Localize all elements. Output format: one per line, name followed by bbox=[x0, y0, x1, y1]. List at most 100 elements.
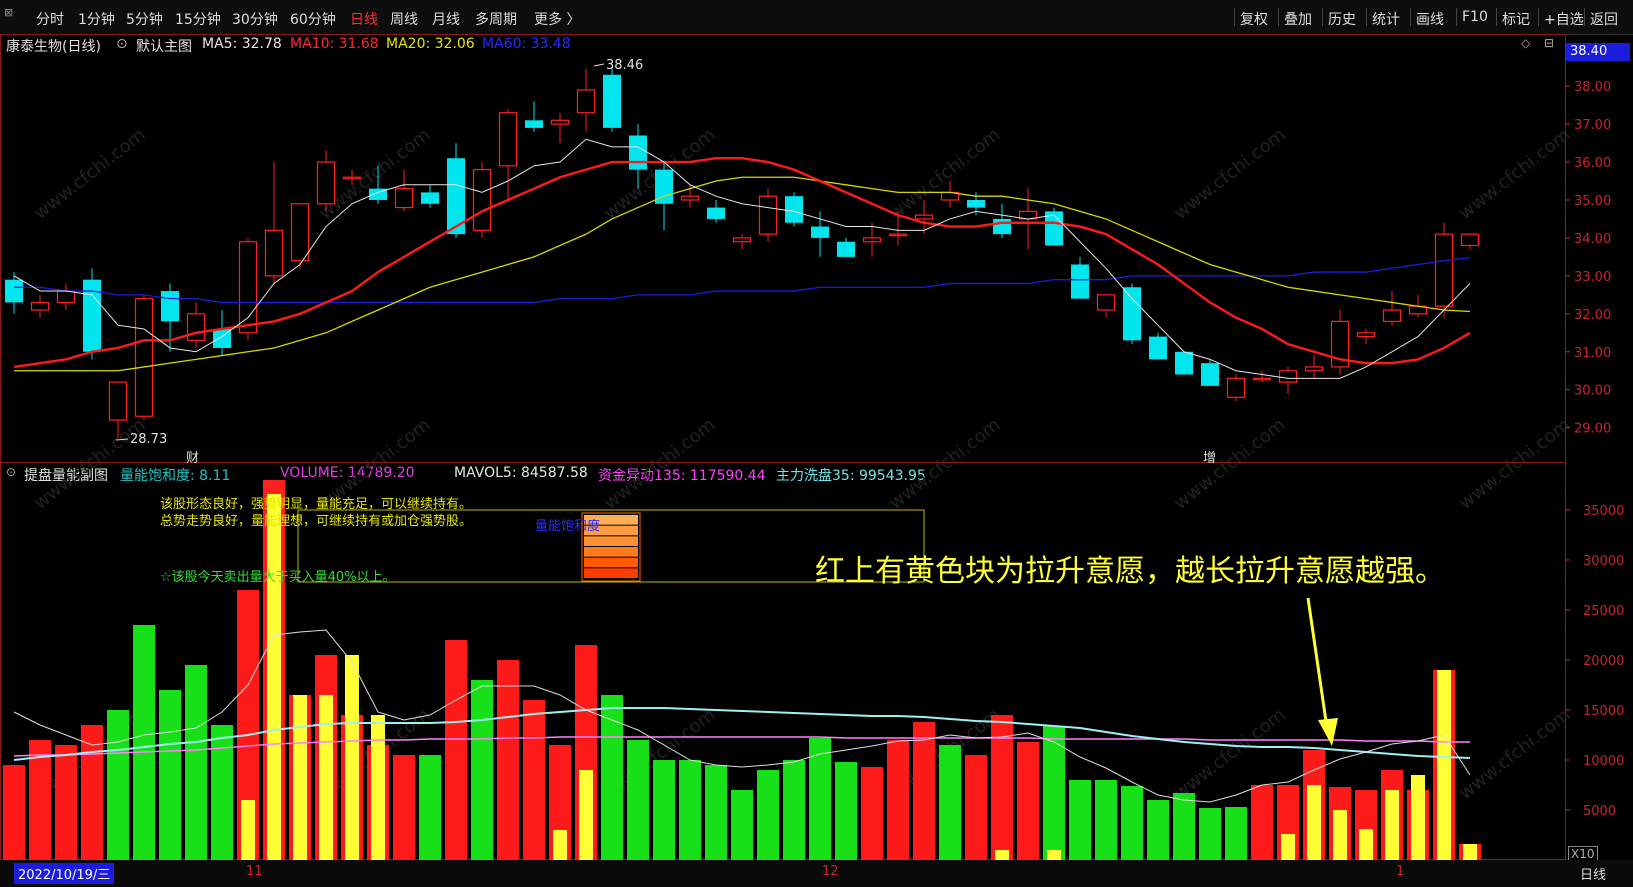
candle-body-down bbox=[525, 120, 543, 128]
price-tick-label: 31.00 bbox=[1574, 346, 1611, 361]
note-line-2: 总势走势良好，量能理想，可继续持有或加仓强势股。 bbox=[160, 514, 473, 529]
candle-body-down bbox=[967, 199, 985, 208]
lift-intent-bar bbox=[579, 770, 593, 860]
volume-bar bbox=[965, 755, 987, 860]
issuance-marker[interactable]: 增 bbox=[1203, 447, 1216, 466]
candle-body-down bbox=[1149, 336, 1167, 360]
ma60-line bbox=[14, 257, 1471, 304]
volume-bar bbox=[523, 700, 545, 860]
saturation-level bbox=[584, 568, 638, 578]
price-tick-label: 35.00 bbox=[1574, 194, 1611, 209]
finance-marker[interactable]: 财 bbox=[186, 447, 199, 466]
time-axis-bar: 2022/10/19/三 11 12 1 日线 bbox=[0, 860, 1633, 887]
price-tick-label: 29.00 bbox=[1574, 422, 1611, 437]
ma20-line bbox=[14, 176, 1471, 372]
watermark-layer: www.cfchi.com www.cfchi.com www.cfchi.com w… bbox=[30, 124, 1574, 804]
lift-intent-bar bbox=[241, 800, 255, 860]
lift-intent-bar bbox=[345, 655, 359, 860]
volume-bar bbox=[211, 725, 233, 860]
lift-intent-bar bbox=[1385, 790, 1399, 860]
volume-bar bbox=[835, 762, 857, 860]
month-tick-1: 1 bbox=[1396, 864, 1405, 879]
last-price-value: 38.40 bbox=[1570, 44, 1608, 59]
volume-bar bbox=[627, 740, 649, 860]
candle-body-up bbox=[472, 169, 492, 231]
candle-body-up bbox=[238, 241, 258, 334]
lift-intent-bar bbox=[371, 715, 385, 860]
candle-body-up bbox=[1382, 309, 1402, 323]
watermark-text: www.cfchi.com bbox=[885, 124, 1004, 224]
candle-body-up bbox=[1096, 294, 1116, 311]
candle-body-up bbox=[758, 195, 778, 235]
volume-bar bbox=[419, 755, 441, 860]
candle-body-up bbox=[1356, 332, 1376, 338]
price-tick-label: 38.00 bbox=[1574, 80, 1611, 95]
candle-body-up bbox=[888, 233, 908, 237]
candle-body-up bbox=[498, 112, 518, 167]
watermark-text: www.cfchi.com bbox=[30, 124, 149, 224]
candle-body-up bbox=[186, 313, 206, 341]
watermark-text: www.cfchi.com bbox=[1455, 414, 1574, 514]
lift-intent-bar bbox=[1047, 850, 1061, 860]
volume-bar bbox=[861, 767, 883, 860]
volume-bar bbox=[1069, 780, 1091, 860]
lift-intent-bar bbox=[1333, 810, 1347, 860]
month-tick-12: 12 bbox=[822, 864, 839, 879]
saturation-level bbox=[584, 547, 638, 557]
volume-tick-label: 5000 bbox=[1583, 804, 1616, 819]
candle-body-down bbox=[5, 279, 23, 303]
price-tick-label: 32.00 bbox=[1574, 308, 1611, 323]
volume-bar bbox=[185, 665, 207, 860]
candle-body-down bbox=[1123, 287, 1141, 341]
lift-intent-bar bbox=[1437, 670, 1451, 860]
candle-body-down bbox=[837, 241, 855, 257]
high-pointer bbox=[593, 63, 605, 67]
annotation-layer bbox=[115, 63, 1338, 746]
candle-body-up bbox=[56, 290, 76, 304]
volume-bar bbox=[107, 710, 129, 860]
candle-body-up bbox=[1460, 233, 1480, 247]
volume-bar bbox=[55, 745, 77, 860]
candle-body-up bbox=[342, 176, 362, 180]
candle-body-down bbox=[603, 74, 621, 128]
lift-intent-bar bbox=[1307, 785, 1321, 860]
lift-intent-bar bbox=[1411, 775, 1425, 860]
price-tick-label: 30.00 bbox=[1574, 384, 1611, 399]
volume-tick-label: 30000 bbox=[1583, 554, 1624, 569]
watermark-text: www.cfchi.com bbox=[885, 414, 1004, 514]
volume-bar bbox=[679, 760, 701, 860]
candle-body-up bbox=[914, 214, 934, 220]
candle-body-up bbox=[1304, 366, 1324, 372]
volume-bar bbox=[159, 690, 181, 860]
stock-chart[interactable]: www.cfchi.com www.cfchi.com www.cfchi.com w… bbox=[0, 0, 1633, 887]
volume-bar bbox=[653, 760, 675, 860]
candle-body-down bbox=[1175, 351, 1193, 375]
volume-bar bbox=[887, 740, 909, 860]
volume-bar bbox=[1017, 742, 1039, 860]
period-indicator[interactable]: 日线 bbox=[1580, 864, 1606, 883]
candle-body-down bbox=[811, 226, 829, 238]
cursor-date: 2022/10/19/三 bbox=[14, 863, 115, 884]
candle-layer bbox=[5, 67, 1480, 438]
lift-intent-bar bbox=[293, 695, 307, 860]
lift-intent-bar bbox=[1359, 829, 1373, 860]
candle-body-up bbox=[550, 119, 570, 125]
high-price-label: 38.46 bbox=[606, 58, 644, 73]
strong-highlight bbox=[263, 480, 285, 494]
candle-body-down bbox=[785, 196, 803, 223]
volume-tick-label: 10000 bbox=[1583, 754, 1624, 769]
volume-bar bbox=[913, 722, 935, 860]
candle-body-down bbox=[1201, 363, 1219, 386]
volume-bar bbox=[393, 755, 415, 860]
candle-body-up bbox=[1278, 370, 1298, 383]
volume-tick-label: 20000 bbox=[1583, 654, 1624, 669]
volume-bar bbox=[1147, 800, 1169, 860]
candle-body-down bbox=[161, 291, 179, 322]
volume-bar bbox=[1173, 793, 1195, 860]
candle-body-up bbox=[394, 187, 414, 209]
ma-layer bbox=[13, 138, 1471, 379]
month-tick-11: 11 bbox=[246, 864, 263, 879]
candle-body-up bbox=[732, 237, 752, 243]
annotation-arrow bbox=[1306, 597, 1330, 736]
volume-tick-label: 15000 bbox=[1583, 704, 1624, 719]
